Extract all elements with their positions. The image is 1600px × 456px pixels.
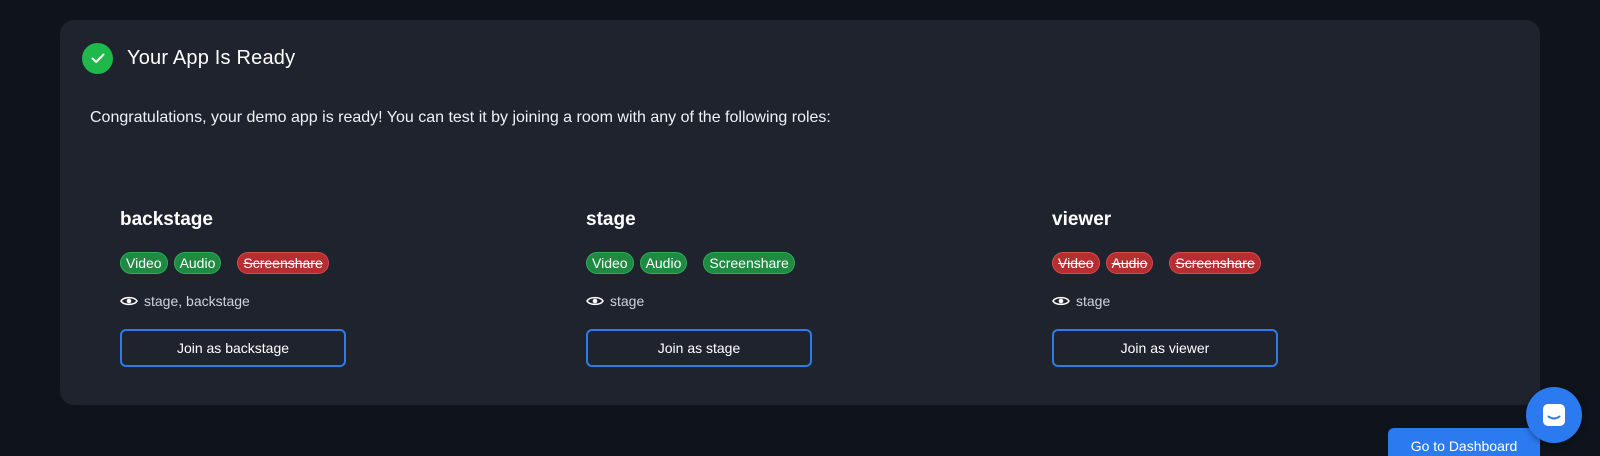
permission-badge-screenshare: Screenshare [237, 252, 329, 274]
permission-badge-audio: Audio [173, 252, 222, 274]
app-ready-card: Your App Is Ready Congratulations, your … [60, 20, 1540, 405]
go-to-dashboard-button[interactable]: Go to Dashboard [1388, 428, 1540, 456]
check-circle-icon [82, 43, 113, 74]
card-header: Your App Is Ready [82, 43, 295, 74]
join-as-backstage-button[interactable]: Join as backstage [120, 329, 346, 367]
join-as-viewer-button[interactable]: Join as viewer [1052, 329, 1278, 367]
role-card-stage: stage Video Audio Screenshare stage Join… [586, 208, 812, 367]
join-as-stage-button[interactable]: Join as stage [586, 329, 812, 367]
permission-badge-audio: Audio [1105, 252, 1154, 274]
permission-badges: Video Audio Screenshare [1052, 251, 1278, 275]
visible-roles: stage [586, 292, 812, 310]
permission-badge-video: Video [120, 252, 168, 274]
permission-badge-screenshare: Screenshare [1169, 252, 1261, 274]
role-name: viewer [1052, 209, 1112, 230]
permission-badge-audio: Audio [639, 252, 688, 274]
permission-badges: Video Audio Screenshare [120, 251, 346, 275]
role-name: backstage [120, 209, 213, 230]
eye-icon [120, 296, 138, 306]
permission-badge-video: Video [1052, 252, 1100, 274]
role-card-viewer: viewer Video Audio Screenshare stage Joi… [1052, 208, 1278, 367]
eye-icon [586, 296, 604, 306]
permission-badge-screenshare: Screenshare [703, 252, 795, 274]
chat-launcher-icon [1543, 404, 1565, 426]
chat-launcher-button[interactable] [1526, 387, 1582, 443]
visible-roles: stage, backstage [120, 292, 346, 310]
visible-roles: stage [1052, 292, 1278, 310]
permission-badges: Video Audio Screenshare [586, 251, 812, 275]
eye-icon [1052, 296, 1070, 306]
role-card-backstage: backstage Video Audio Screenshare stage,… [120, 208, 346, 367]
card-title: Your App Is Ready [127, 47, 296, 69]
card-description: Congratulations, your demo app is ready!… [90, 109, 831, 126]
role-name: stage [586, 209, 636, 230]
visible-roles-text: stage [610, 293, 645, 309]
permission-badge-video: Video [586, 252, 634, 274]
visible-roles-text: stage, backstage [144, 293, 250, 309]
page: Your App Is Ready Congratulations, your … [0, 0, 1600, 456]
visible-roles-text: stage [1076, 293, 1111, 309]
